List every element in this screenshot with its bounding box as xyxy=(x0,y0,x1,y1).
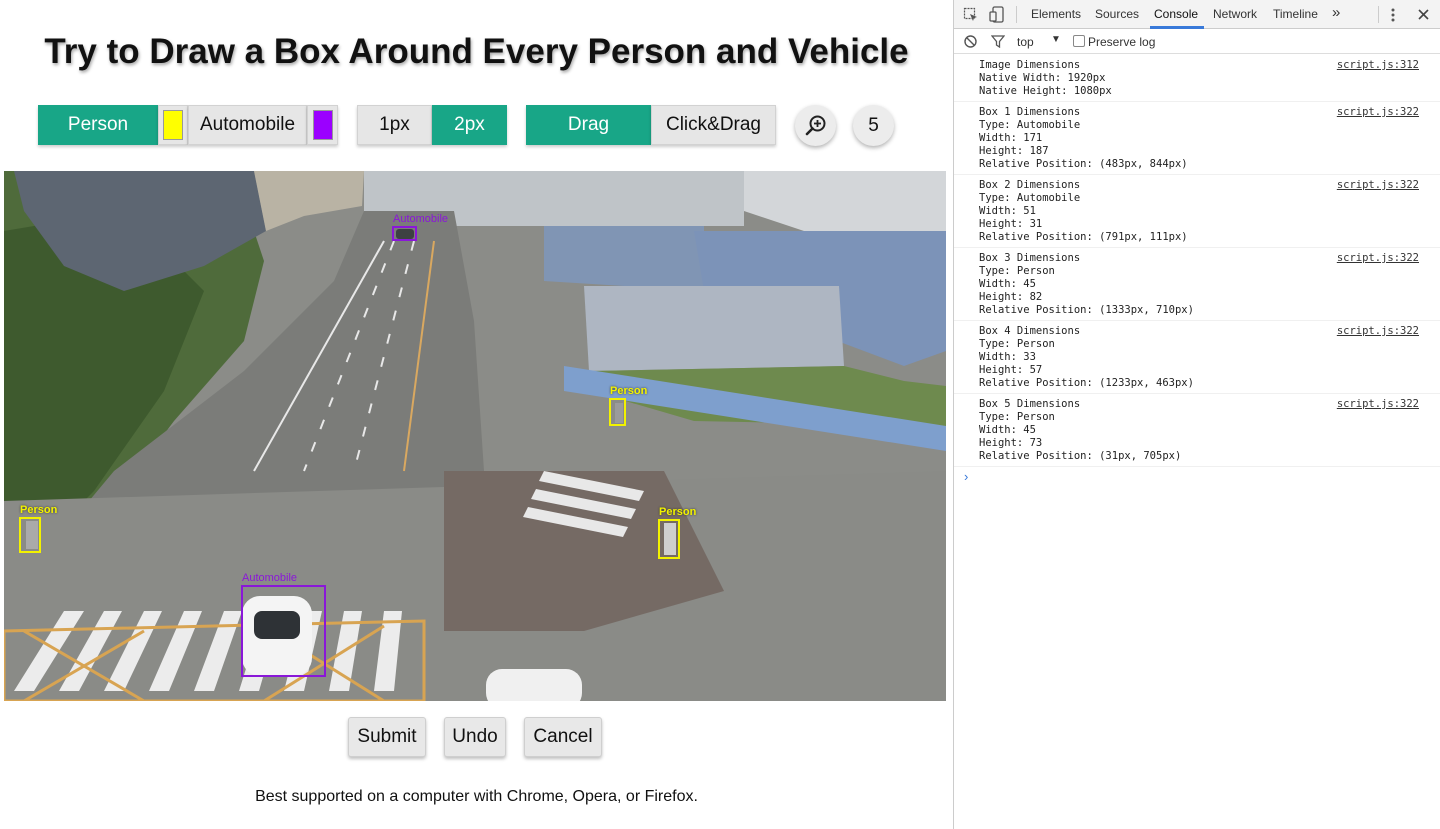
annotation-canvas[interactable]: Automobile Automobile Person Person Pers… xyxy=(4,171,946,701)
bbox-person[interactable]: Person xyxy=(658,506,696,559)
log-line: Type: Person xyxy=(979,411,1055,423)
box-count-badge: 5 xyxy=(853,105,894,146)
page-title: Try to Draw a Box Around Every Person an… xyxy=(44,32,909,71)
log-line: Native Height: 1080px xyxy=(979,85,1112,97)
bbox-person[interactable]: Person xyxy=(19,504,57,553)
click-drag-mode-button[interactable]: Click&Drag xyxy=(651,105,776,145)
log-line: Width: 33 xyxy=(979,351,1036,363)
log-line: Width: 45 xyxy=(979,278,1036,290)
person-color-picker[interactable] xyxy=(158,105,188,145)
console-log-entry: script.js:322 Box 1 Dimensions Type: Autom… xyxy=(954,102,1440,175)
log-line: Relative Position: (1333px, 710px) xyxy=(979,304,1194,316)
log-line: Height: 82 xyxy=(979,291,1043,303)
log-line: Width: 171 xyxy=(979,132,1043,144)
bbox-label: Person xyxy=(659,506,697,518)
bbox-label: Automobile xyxy=(393,213,449,225)
bbox-automobile[interactable]: Automobile xyxy=(392,213,448,241)
more-options-icon[interactable] xyxy=(1390,7,1396,23)
cancel-button[interactable]: Cancel xyxy=(524,717,602,757)
annotation-page: Try to Draw a Box Around Every Person an… xyxy=(0,0,953,829)
chevron-down-icon[interactable]: ▼ xyxy=(1051,34,1061,45)
log-line: Height: 57 xyxy=(979,364,1043,376)
stroke-2px-button[interactable]: 2px xyxy=(432,105,507,145)
devtools-tabbar: Elements Sources Console Network Timelin… xyxy=(954,0,1440,29)
log-line: Relative Position: (1233px, 463px) xyxy=(979,377,1194,389)
log-source-link[interactable]: script.js:322 xyxy=(1337,106,1419,119)
log-line: Relative Position: (483px, 844px) xyxy=(979,158,1188,170)
log-line: Relative Position: (31px, 705px) xyxy=(979,450,1182,462)
devtools-panel: Elements Sources Console Network Timelin… xyxy=(953,0,1440,829)
filter-icon[interactable] xyxy=(991,35,1005,48)
preserve-log-label: Preserve log xyxy=(1088,35,1156,49)
log-source-link[interactable]: script.js:322 xyxy=(1337,179,1419,192)
console-log-entry: script.js:322 Box 2 Dimensions Type: Autom… xyxy=(954,175,1440,248)
console-output: script.js:312 Image Dimensions Native Widt… xyxy=(954,55,1440,484)
console-log-entry: script.js:322 Box 3 Dimensions Type: Perso… xyxy=(954,248,1440,321)
tab-sources[interactable]: Sources xyxy=(1095,7,1139,21)
log-line: Height: 31 xyxy=(979,218,1043,230)
preserve-log-checkbox[interactable] xyxy=(1073,35,1085,47)
log-line: Type: Automobile xyxy=(979,192,1081,204)
log-line: Width: 45 xyxy=(979,424,1036,436)
automobile-class-button[interactable]: Automobile xyxy=(188,105,307,145)
log-line: Height: 187 xyxy=(979,145,1049,157)
aerial-road-photo xyxy=(4,171,946,701)
tab-timeline[interactable]: Timeline xyxy=(1273,7,1318,21)
console-log-entry: script.js:322 Box 5 Dimensions Type: Perso… xyxy=(954,394,1440,467)
zoom-in-icon xyxy=(805,115,825,135)
context-selector[interactable]: top xyxy=(1017,35,1034,49)
log-line: Relative Position: (791px, 111px) xyxy=(979,231,1188,243)
automobile-color-swatch xyxy=(313,110,333,140)
zoom-button[interactable] xyxy=(795,105,836,146)
clear-console-icon[interactable] xyxy=(964,35,977,48)
person-class-button[interactable]: Person xyxy=(38,105,158,145)
toolbar-divider xyxy=(1378,6,1379,23)
tab-console[interactable]: Console xyxy=(1154,7,1198,21)
automobile-color-picker[interactable] xyxy=(307,105,338,145)
inspect-element-icon[interactable] xyxy=(963,7,979,23)
browser-support-note: Best supported on a computer with Chrome… xyxy=(255,788,698,805)
toolbar-divider xyxy=(1016,6,1017,23)
tab-elements[interactable]: Elements xyxy=(1031,7,1081,21)
log-source-link[interactable]: script.js:322 xyxy=(1337,252,1419,265)
tab-network[interactable]: Network xyxy=(1213,7,1257,21)
log-source-link[interactable]: script.js:322 xyxy=(1337,325,1419,338)
person-color-swatch xyxy=(163,110,183,140)
stroke-1px-button[interactable]: 1px xyxy=(357,105,432,145)
undo-button[interactable]: Undo xyxy=(444,717,506,757)
log-source-link[interactable]: script.js:312 xyxy=(1337,59,1419,72)
bbox-person[interactable]: Person xyxy=(609,385,647,426)
drag-mode-button[interactable]: Drag xyxy=(526,105,651,145)
bbox-label: Person xyxy=(610,385,648,397)
close-icon[interactable] xyxy=(1418,9,1429,20)
log-line: Native Width: 1920px xyxy=(979,72,1106,84)
log-line: Type: Automobile xyxy=(979,119,1081,131)
log-source-link[interactable]: script.js:322 xyxy=(1337,398,1419,411)
device-toolbar-icon[interactable] xyxy=(989,6,1005,23)
console-prompt[interactable]: › xyxy=(964,469,968,484)
submit-button[interactable]: Submit xyxy=(348,717,426,757)
log-line: Type: Person xyxy=(979,338,1055,350)
bbox-label: Person xyxy=(20,504,58,516)
bbox-automobile[interactable]: Automobile xyxy=(241,572,326,677)
console-toolbar: top ▼ Preserve log xyxy=(954,29,1440,54)
log-line: Height: 73 xyxy=(979,437,1043,449)
bbox-label: Automobile xyxy=(242,572,298,584)
log-line: Width: 51 xyxy=(979,205,1036,217)
console-log-entry: script.js:322 Box 4 Dimensions Type: Perso… xyxy=(954,321,1440,394)
more-tabs-button[interactable]: » xyxy=(1332,4,1340,21)
log-line: Type: Person xyxy=(979,265,1055,277)
console-log-entry: script.js:312 Image Dimensions Native Widt… xyxy=(954,55,1440,102)
